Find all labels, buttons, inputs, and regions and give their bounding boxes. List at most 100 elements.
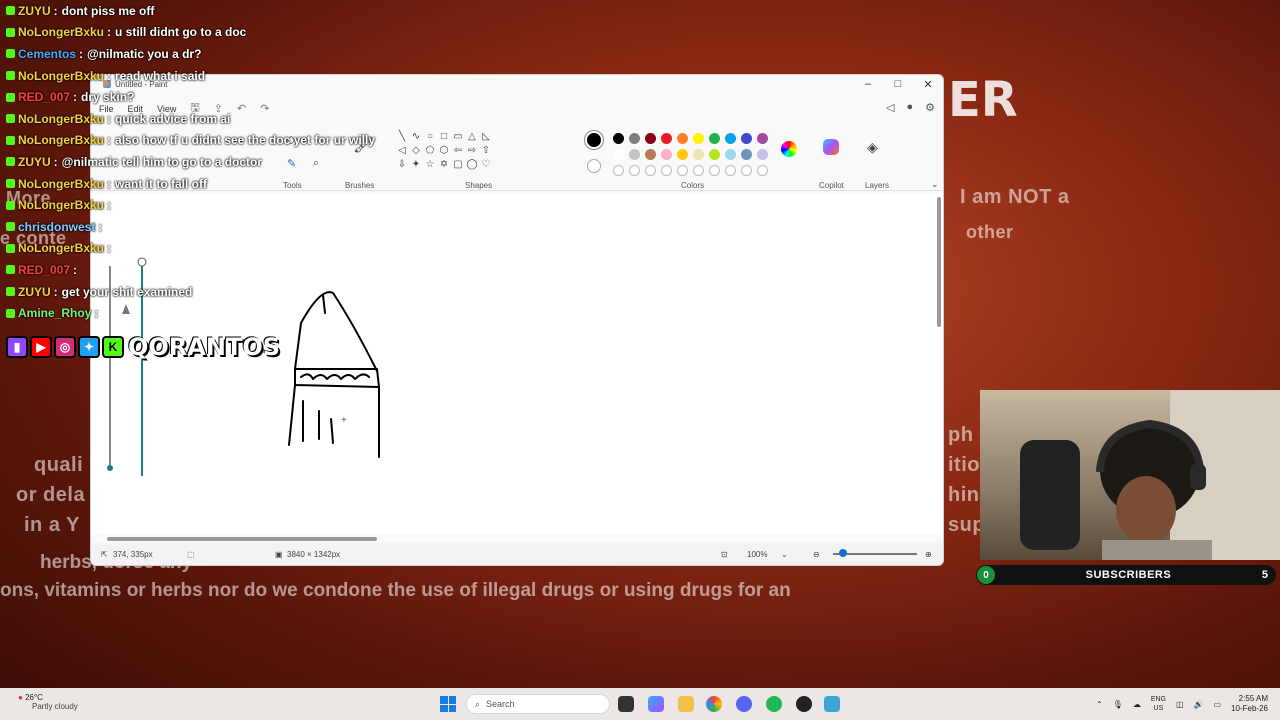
oval-callout-shape-icon[interactable]: ◯ [465, 157, 479, 171]
start-button[interactable] [440, 696, 456, 712]
custom-color-swatch[interactable] [757, 165, 768, 176]
color-swatch[interactable] [645, 149, 656, 160]
discord-icon[interactable] [736, 696, 752, 712]
spotify-icon[interactable] [766, 696, 782, 712]
arrow-up-shape-icon[interactable]: ⇧ [479, 143, 493, 157]
triangle-shape-icon[interactable]: △ [465, 129, 479, 143]
share-send-icon[interactable]: ◁ [886, 101, 894, 114]
layers-icon[interactable]: ◈ [867, 139, 878, 156]
line-shape-icon[interactable]: ╲ [395, 129, 409, 143]
zoom-level[interactable]: 100% [747, 550, 767, 559]
color-swatch[interactable] [741, 149, 752, 160]
chevron-up-icon[interactable]: ⌃ [1096, 700, 1103, 709]
oval-shape-icon[interactable]: ○ [423, 129, 437, 143]
color-swatch[interactable] [677, 133, 688, 144]
settings-gear-icon[interactable]: ⚙ [925, 101, 935, 114]
rectangle-shape-icon[interactable]: □ [437, 129, 451, 143]
battery-icon[interactable]: ▭ [1214, 700, 1222, 709]
curve-shape-icon[interactable]: ∿ [409, 129, 423, 143]
color-swatch[interactable] [757, 149, 768, 160]
paint-taskbar-icon[interactable] [824, 696, 840, 712]
search-icon: ⌕ [475, 698, 481, 709]
volume-icon[interactable]: 🔊 [1194, 700, 1204, 709]
custom-color-swatch[interactable] [629, 165, 640, 176]
shapes-gallery[interactable]: ╲ ∿ ○ □ ▭ △ ◺ ◁ ◇ ⬠ ⬡ ⇦ ⇨ ⇧ ⇩ ✦ ☆ ✡ ▢ ◯ … [395, 129, 493, 171]
color-swatch[interactable] [725, 133, 736, 144]
rounded-rect-shape-icon[interactable]: ▭ [451, 129, 465, 143]
fit-to-window-icon[interactable]: ⊡ [721, 550, 728, 559]
color-swatch[interactable] [645, 133, 656, 144]
color-swatch[interactable] [661, 149, 672, 160]
star6-shape-icon[interactable]: ✡ [437, 157, 451, 171]
microphone-icon[interactable]: 🎙 [1113, 700, 1123, 709]
horizontal-scrollbar[interactable] [107, 537, 377, 541]
star4-shape-icon[interactable]: ✦ [409, 157, 423, 171]
chat-message: NoLongerBxku: quick advice from ai [6, 108, 386, 130]
custom-color-swatch[interactable] [661, 165, 672, 176]
clock[interactable]: 2:55 AM 10-Feb-26 [1231, 694, 1268, 714]
kick-icon: K [102, 336, 124, 358]
custom-color-swatch[interactable] [741, 165, 752, 176]
zoom-dropdown-icon[interactable]: ⌄ [781, 550, 788, 559]
subscriber-goal-bar: 0 SUBSCRIBERS 5 [976, 565, 1276, 585]
vertical-scrollbar[interactable] [937, 197, 941, 327]
color-swatch[interactable] [693, 133, 704, 144]
background-text: hin [948, 484, 980, 506]
custom-color-swatch[interactable] [613, 165, 624, 176]
zoom-slider-thumb[interactable] [839, 549, 847, 557]
color-swatch[interactable] [741, 133, 752, 144]
date: 10-Feb-26 [1231, 704, 1268, 713]
color-swatch[interactable] [725, 149, 736, 160]
file-explorer-icon[interactable] [678, 696, 694, 712]
color-swatch[interactable] [693, 149, 704, 160]
heart-shape-icon[interactable]: ♡ [479, 157, 493, 171]
copilot-icon[interactable] [823, 139, 839, 155]
color-swatch[interactable] [629, 149, 640, 160]
weather-widget[interactable]: ● 26°C Partly cloudy [18, 693, 78, 711]
color-swatch[interactable] [757, 133, 768, 144]
star5-shape-icon[interactable]: ☆ [423, 157, 437, 171]
secondary-color[interactable] [587, 159, 601, 173]
color-swatch[interactable] [613, 149, 624, 160]
background-text: in a Y [24, 514, 80, 536]
color-swatch[interactable] [629, 133, 640, 144]
custom-color-swatch[interactable] [677, 165, 688, 176]
copilot-taskbar-icon[interactable] [648, 696, 664, 712]
right-triangle-shape-icon[interactable]: ◺ [479, 129, 493, 143]
custom-color-swatch[interactable] [645, 165, 656, 176]
taskbar-search[interactable]: ⌕ Search [466, 694, 610, 714]
zoom-in-icon[interactable]: ⊕ [925, 550, 932, 559]
diamond-shape-icon[interactable]: ◇ [409, 143, 423, 157]
zoom-out-icon[interactable]: ⊖ [813, 550, 820, 559]
arrow-left-shape-icon[interactable]: ⇦ [451, 143, 465, 157]
color-swatch[interactable] [613, 133, 624, 144]
network-icon[interactable]: ◫ [1176, 700, 1184, 709]
maximize-icon[interactable]: □ [883, 75, 913, 93]
custom-color-swatch[interactable] [709, 165, 720, 176]
custom-color-swatch[interactable] [693, 165, 704, 176]
chat-username: ZUYU [18, 3, 51, 18]
chat-username: RED_007 [18, 262, 71, 277]
primary-color[interactable] [585, 131, 603, 149]
language-indicator[interactable]: ENG US [1151, 695, 1166, 713]
profile-icon[interactable]: ● [906, 101, 913, 114]
color-swatch[interactable] [709, 133, 720, 144]
color-swatch[interactable] [677, 149, 688, 160]
chevron-down-icon[interactable]: ⌄ [931, 179, 939, 190]
minimize-icon[interactable]: – [853, 75, 883, 93]
arrow-down-shape-icon[interactable]: ⇩ [395, 157, 409, 171]
edit-colors-icon[interactable] [781, 141, 797, 157]
polygon-shape-icon[interactable]: ◁ [395, 143, 409, 157]
hexagon-shape-icon[interactable]: ⬡ [437, 143, 451, 157]
color-swatch[interactable] [661, 133, 672, 144]
custom-color-swatch[interactable] [725, 165, 736, 176]
callout-shape-icon[interactable]: ▢ [451, 157, 465, 171]
arrow-right-shape-icon[interactable]: ⇨ [465, 143, 479, 157]
close-icon[interactable]: ✕ [913, 75, 943, 93]
chrome-icon[interactable] [706, 696, 722, 712]
color-swatch[interactable] [709, 149, 720, 160]
obs-icon[interactable] [796, 696, 812, 712]
taskview-icon[interactable] [618, 696, 634, 712]
pentagon-shape-icon[interactable]: ⬠ [423, 143, 437, 157]
onedrive-icon[interactable]: ☁ [1133, 700, 1141, 709]
